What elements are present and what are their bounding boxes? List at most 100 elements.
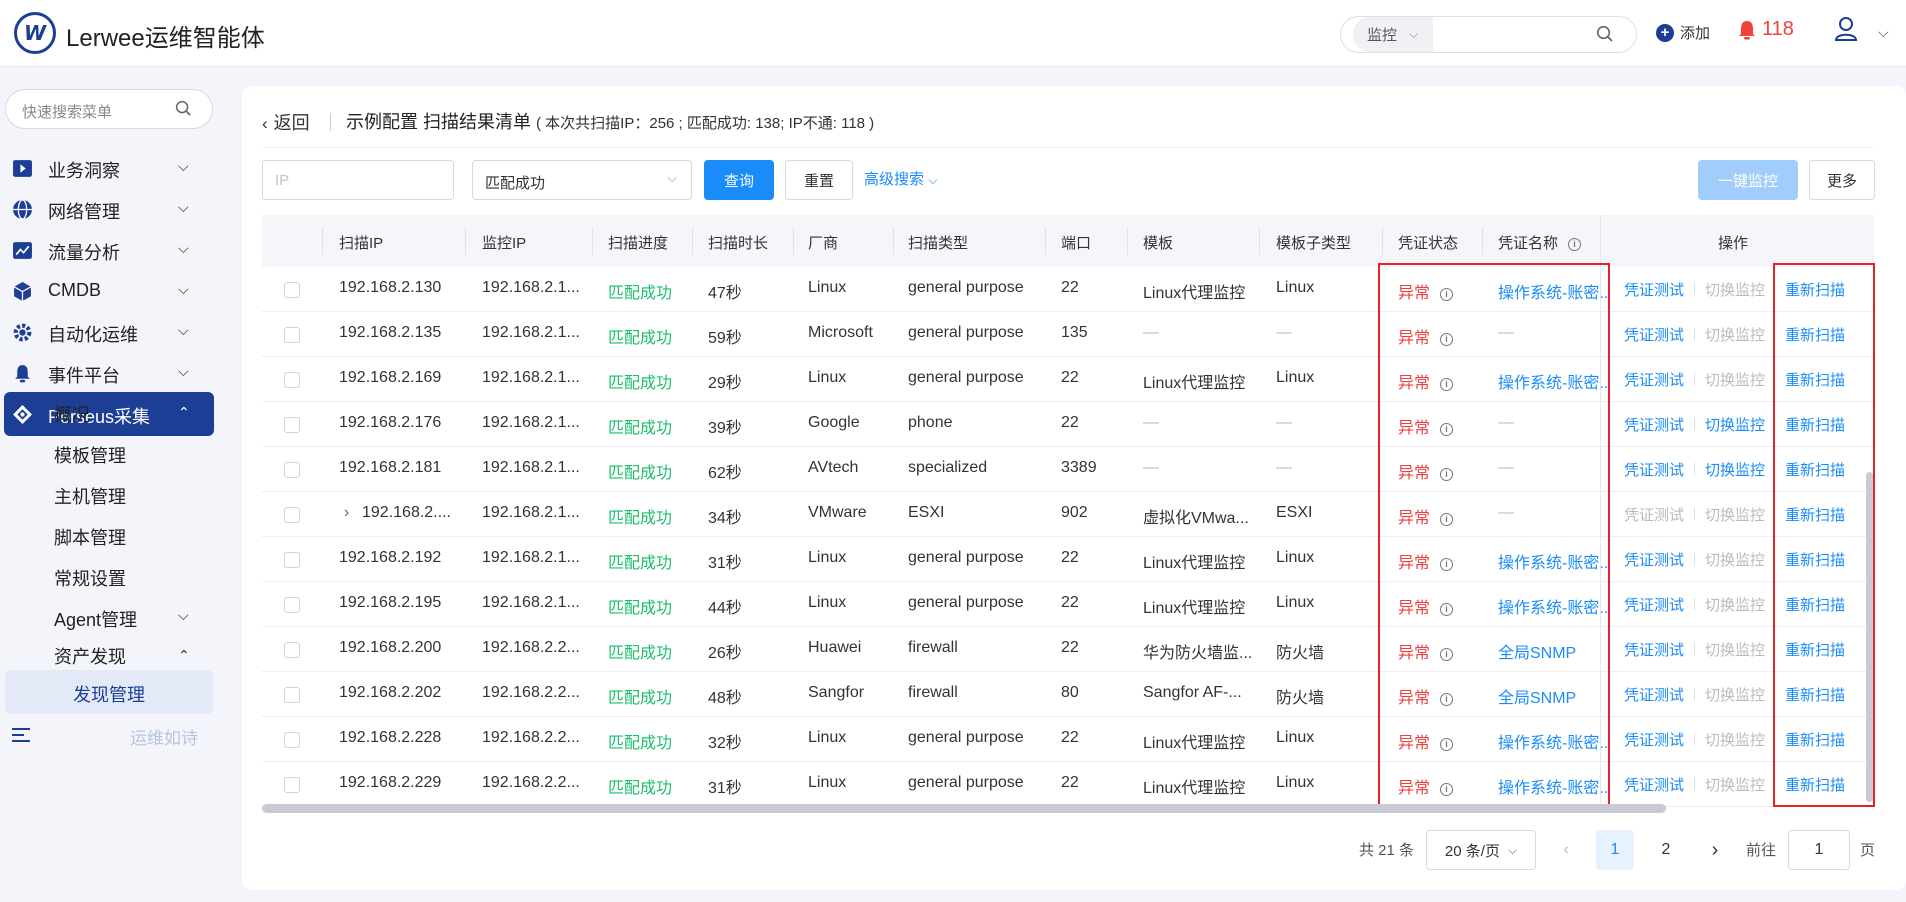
goto-page-input[interactable]: 1 xyxy=(1788,830,1850,870)
col-template-subtype[interactable]: 模板子类型 xyxy=(1276,232,1351,253)
menu-search-input[interactable]: 快速搜索菜单 xyxy=(5,89,213,129)
sidebar-item-perseus[interactable]: Perseus采集 ⌃ xyxy=(4,392,214,436)
cell-port: 80 xyxy=(1061,684,1079,701)
row-checkbox[interactable] xyxy=(284,327,300,343)
horizontal-scrollbar[interactable] xyxy=(262,804,1666,813)
row-checkbox[interactable] xyxy=(284,642,300,658)
prev-page-button[interactable]: ‹ xyxy=(1548,830,1584,870)
credential-test-link[interactable]: 凭证测试 xyxy=(1624,282,1684,299)
switch-monitor-link[interactable]: 切换监控 xyxy=(1705,417,1765,434)
row-checkbox[interactable] xyxy=(284,732,300,748)
page-2-button[interactable]: 2 xyxy=(1647,830,1685,870)
credential-test-link[interactable]: 凭证测试 xyxy=(1624,777,1684,794)
submenu-discovery-management[interactable]: 发现管理 xyxy=(5,670,213,714)
switch-monitor-link[interactable]: 切换监控 xyxy=(1705,687,1765,704)
monitor-all-button[interactable]: 一键监控 xyxy=(1698,160,1798,200)
row-checkbox[interactable] xyxy=(284,417,300,433)
credential-test-link[interactable]: 凭证测试 xyxy=(1624,327,1684,344)
row-checkbox[interactable] xyxy=(284,687,300,703)
search-icon[interactable] xyxy=(1596,25,1614,43)
col-scan-ip[interactable]: 扫描IP xyxy=(339,232,383,253)
page-1-button[interactable]: 1 xyxy=(1596,830,1634,870)
switch-monitor-link[interactable]: 切换监控 xyxy=(1705,732,1765,749)
credential-test-link[interactable]: 凭证测试 xyxy=(1624,372,1684,389)
credential-test-link[interactable]: 凭证测试 xyxy=(1624,507,1684,524)
switch-monitor-link[interactable]: 切换监控 xyxy=(1705,507,1765,524)
table-row: 192.168.2.169 192.168.2.1... 匹配成功 29秒 Linux g… xyxy=(262,357,1874,402)
vertical-scrollbar[interactable] xyxy=(1866,472,1873,802)
reset-button[interactable]: 重置 xyxy=(785,160,853,200)
credential-test-link[interactable]: 凭证测试 xyxy=(1624,732,1684,749)
alert-badge[interactable]: 118 xyxy=(1738,18,1794,41)
user-avatar-icon[interactable] xyxy=(1834,16,1858,42)
cell-scan-type: firewall xyxy=(908,684,958,701)
sidebar-item-cmdb[interactable]: CMDB ⌵ xyxy=(0,269,214,313)
status-filter-select[interactable]: 匹配成功 ⌵ xyxy=(472,160,692,200)
chevron-down-icon: ⌵ xyxy=(178,281,189,297)
ip-filter-input[interactable]: IP xyxy=(262,160,454,200)
credential-test-link[interactable]: 凭证测试 xyxy=(1624,597,1684,614)
switch-monitor-link[interactable]: 切换监控 xyxy=(1705,777,1765,794)
sidebar: 快速搜索菜单 业务洞察 ⌵ 网络管理 ⌵ 流量分析 ⌵ CMDB ⌵ 自动化运维 ⌵ 事件… xyxy=(0,67,214,902)
submenu-template-management[interactable]: 模板管理 xyxy=(54,442,126,468)
sidebar-item-network[interactable]: 网络管理 ⌵ xyxy=(0,187,214,231)
col-credential-name[interactable]: 凭证名称 i xyxy=(1498,232,1582,253)
row-checkbox[interactable] xyxy=(284,552,300,568)
chevron-down-icon[interactable]: ⌵ xyxy=(1878,24,1889,41)
cell-scan-ip: 192.168.2.130 xyxy=(339,279,442,296)
row-checkbox[interactable] xyxy=(284,507,300,523)
add-button[interactable]: + 添加 xyxy=(1656,22,1710,43)
submenu-script-management[interactable]: 脚本管理 xyxy=(54,524,126,550)
row-checkbox[interactable] xyxy=(284,597,300,613)
col-scan-type[interactable]: 扫描类型 xyxy=(908,232,968,253)
col-monitor-ip[interactable]: 监控IP xyxy=(482,232,526,253)
submenu-agent-management[interactable]: Agent管理 xyxy=(54,606,137,632)
sidebar-item-event-platform[interactable]: 事件平台 ⌵ xyxy=(0,351,214,395)
more-button[interactable]: 更多 xyxy=(1809,160,1875,200)
submenu-overview[interactable]: 概况 xyxy=(54,401,90,427)
sidebar-item-traffic[interactable]: 流量分析 ⌵ xyxy=(0,228,214,272)
back-button[interactable]: ‹ 返回 xyxy=(262,109,310,135)
col-scan-progress[interactable]: 扫描进度 xyxy=(608,232,668,253)
credential-test-link[interactable]: 凭证测试 xyxy=(1624,417,1684,434)
row-checkbox[interactable] xyxy=(284,462,300,478)
col-port[interactable]: 端口 xyxy=(1061,232,1091,253)
col-scan-duration[interactable]: 扫描时长 xyxy=(708,232,768,253)
next-page-button[interactable]: › xyxy=(1697,830,1733,870)
switch-monitor-link[interactable]: 切换监控 xyxy=(1705,462,1765,479)
cell-scan-progress: 匹配成功 xyxy=(608,465,673,482)
switch-monitor-link[interactable]: 切换监控 xyxy=(1705,372,1765,389)
submenu-general-settings[interactable]: 常规设置 xyxy=(54,565,126,591)
row-checkbox[interactable] xyxy=(284,777,300,793)
credential-test-link[interactable]: 凭证测试 xyxy=(1624,687,1684,704)
switch-monitor-link[interactable]: 切换监控 xyxy=(1705,642,1765,659)
bell-icon xyxy=(15,365,30,383)
switch-monitor-link[interactable]: 切换监控 xyxy=(1705,282,1765,299)
col-vendor[interactable]: 厂商 xyxy=(808,232,838,253)
credential-test-link[interactable]: 凭证测试 xyxy=(1624,552,1684,569)
switch-monitor-link[interactable]: 切换监控 xyxy=(1705,327,1765,344)
collapse-menu-icon[interactable] xyxy=(12,727,34,743)
col-credential-status[interactable]: 凭证状态 xyxy=(1398,232,1458,253)
cell-scan-duration: 32秒 xyxy=(708,735,742,752)
submenu-host-management[interactable]: 主机管理 xyxy=(54,483,126,509)
page-size-select[interactable]: 20 条/页 ⌵ xyxy=(1426,830,1536,870)
submenu-asset-discovery[interactable]: 资产发现 xyxy=(54,643,126,669)
sidebar-item-automation[interactable]: 自动化运维 ⌵ xyxy=(0,310,214,354)
row-checkbox[interactable] xyxy=(284,282,300,298)
search-scope-select[interactable]: 监控 ⌵ xyxy=(1353,17,1433,52)
query-button[interactable]: 查询 xyxy=(704,160,774,200)
credential-test-link[interactable]: 凭证测试 xyxy=(1624,642,1684,659)
sidebar-item-business-insight[interactable]: 业务洞察 ⌵ xyxy=(0,146,214,190)
switch-monitor-link[interactable]: 切换监控 xyxy=(1705,597,1765,614)
switch-monitor-link[interactable]: 切换监控 xyxy=(1705,552,1765,569)
row-checkbox[interactable] xyxy=(284,372,300,388)
search-icon[interactable] xyxy=(175,100,192,117)
advanced-search-link[interactable]: 高级搜索 ⌵ xyxy=(864,168,937,189)
info-icon[interactable]: i xyxy=(1568,238,1582,251)
expand-row-icon[interactable]: › xyxy=(344,504,349,522)
lerwee-logo[interactable]: W xyxy=(14,12,56,54)
credential-test-link[interactable]: 凭证测试 xyxy=(1624,462,1684,479)
col-template[interactable]: 模板 xyxy=(1143,232,1173,253)
global-search[interactable]: 监控 ⌵ xyxy=(1340,16,1637,53)
